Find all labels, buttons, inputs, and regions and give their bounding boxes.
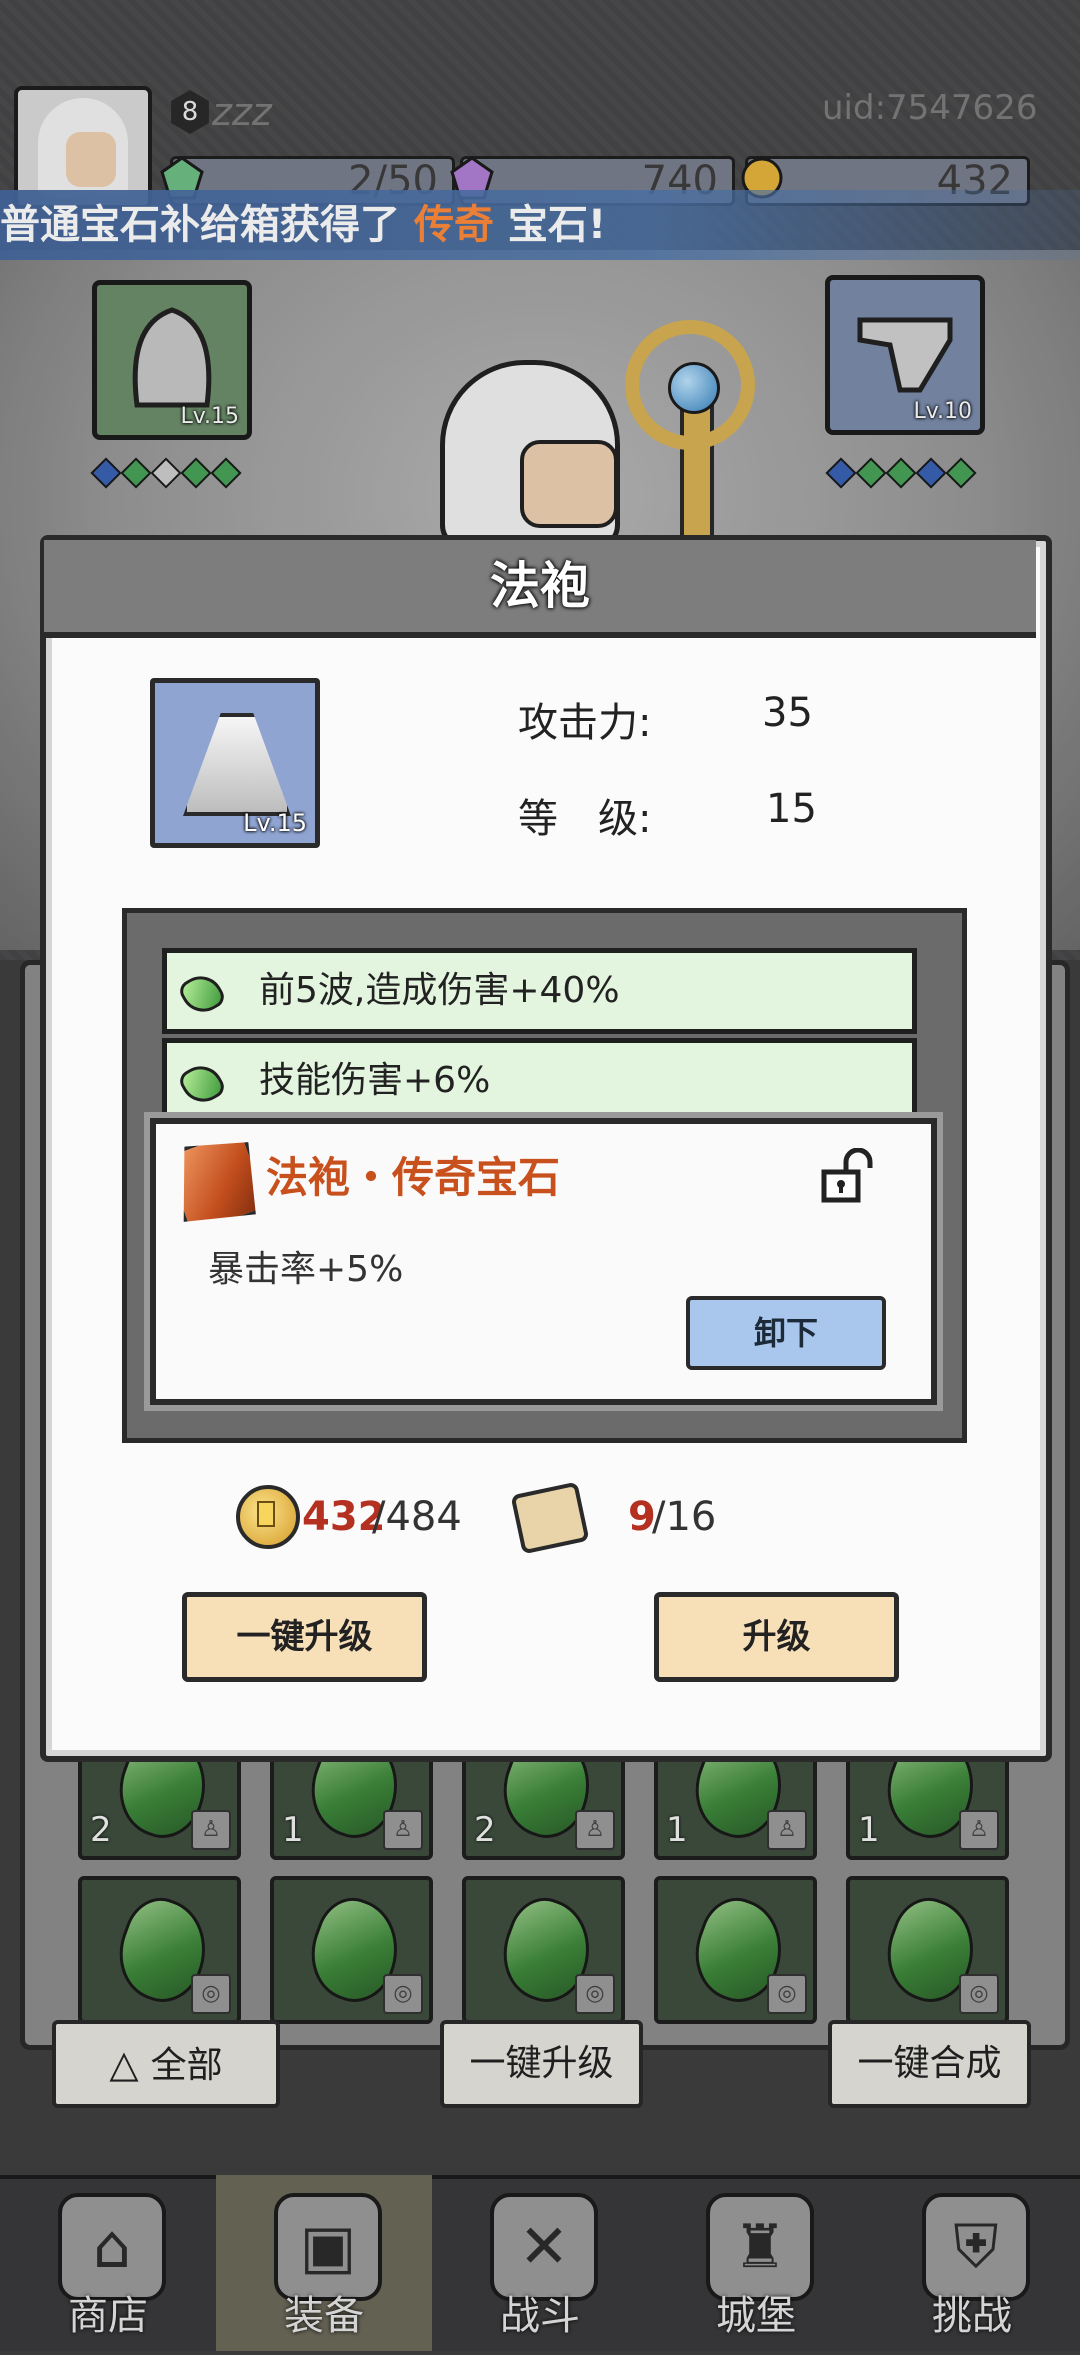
unlocked-padlock-icon[interactable]	[818, 1147, 878, 1206]
affix-row: 技能伤害+6%	[162, 1038, 917, 1124]
attack-value: 35	[762, 690, 813, 736]
unequip-button[interactable]: 卸下	[686, 1296, 886, 1370]
green-gem-icon	[176, 1058, 228, 1110]
item-level-tag: Lv.15	[243, 809, 307, 837]
scroll-required: /16	[652, 1494, 717, 1540]
green-gem-icon	[176, 968, 228, 1020]
level-value: 15	[766, 786, 817, 832]
gold-coin-icon	[236, 1485, 300, 1549]
upgrade-button[interactable]: 升级	[654, 1592, 899, 1682]
legendary-gem-effect: 暴击率+5%	[208, 1249, 404, 1290]
affix-text: 技能伤害+6%	[259, 1060, 491, 1101]
one-click-upgrade-button[interactable]: 一键升级	[182, 1592, 427, 1682]
affix-text: 前5波,造成伤害+40%	[259, 970, 620, 1011]
legendary-gem-title: 法袍・传奇宝石	[266, 1153, 561, 1202]
robe-item-icon: Lv.15	[150, 678, 320, 848]
dialog-title: 法袍	[490, 557, 590, 615]
affix-row: 前5波,造成伤害+40%	[162, 948, 917, 1034]
level-label: 等 级:	[518, 796, 652, 842]
coin-required: /484	[372, 1494, 462, 1540]
attack-label: 攻击力:	[518, 700, 652, 746]
